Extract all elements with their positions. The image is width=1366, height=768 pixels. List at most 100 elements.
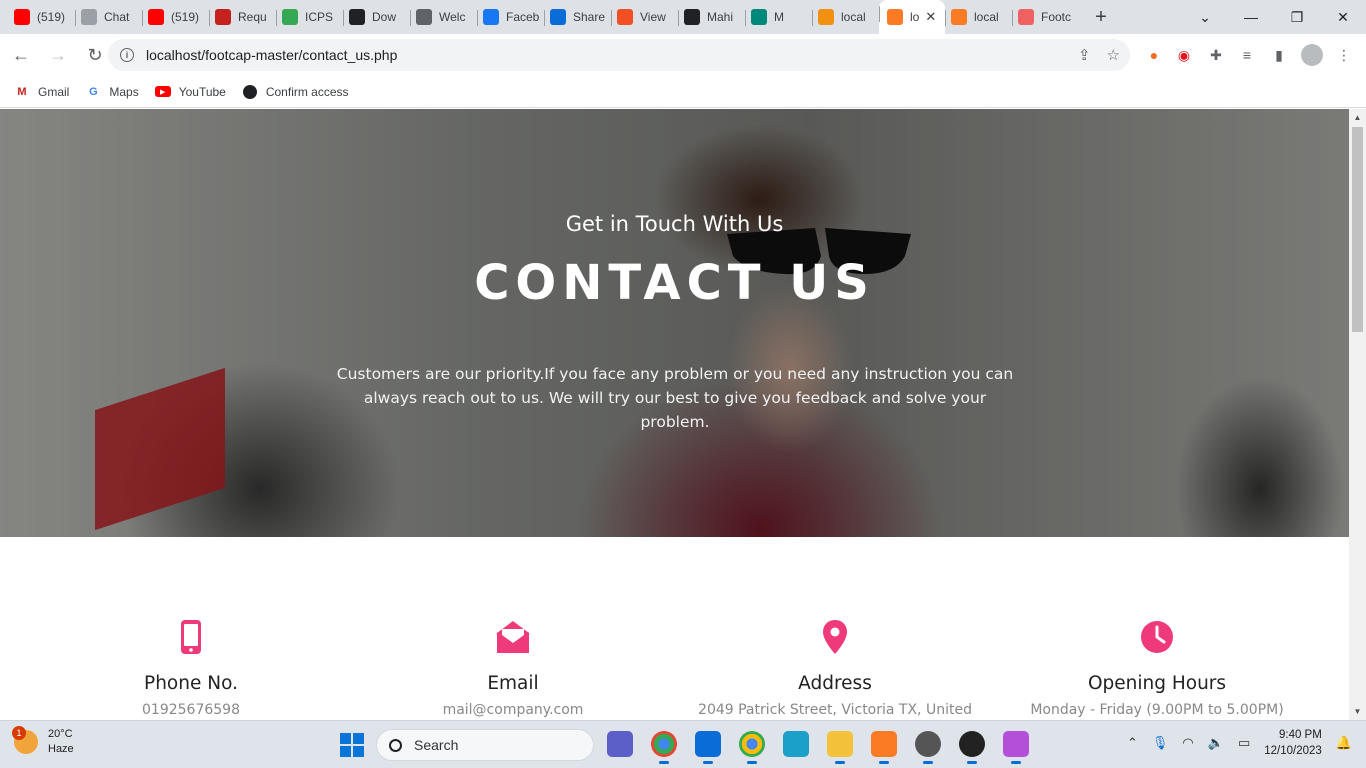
browser-tab[interactable]: ICPS — [276, 4, 343, 30]
bookmark-confirm-access[interactable]: Confirm access — [242, 84, 349, 100]
xampp-icon[interactable] — [871, 731, 897, 764]
tab-label: Share — [573, 10, 606, 24]
menu-kebab-icon[interactable]: ⋮ — [1330, 40, 1358, 70]
search-placeholder: Search — [414, 737, 459, 753]
browser-tab[interactable]: local — [945, 4, 1012, 30]
snipping-tool-icon[interactable] — [1003, 731, 1029, 764]
browser-tab[interactable]: View — [611, 4, 678, 30]
youtube-icon: ▶ — [154, 84, 171, 100]
page-scrollbar[interactable]: ▲ ▼ — [1349, 109, 1366, 720]
vscode-icon[interactable] — [695, 731, 721, 764]
scroll-up-arrow-icon[interactable]: ▲ — [1349, 109, 1366, 126]
contact-card-value: Monday - Friday (9.00PM to 5.00PM) — [1030, 702, 1284, 718]
tab-list: (519) Chat (519) Requ ICPS Dow Welc Faceb Share V… — [0, 0, 1079, 34]
browser-tab[interactable]: Chat — [75, 4, 142, 30]
browser-tab[interactable]: Welc — [410, 4, 477, 30]
teams-chat-icon[interactable] — [607, 731, 633, 757]
close-tab-icon[interactable]: ✕ — [925, 9, 936, 25]
browser-tab[interactable]: local — [812, 4, 879, 30]
github-icon — [242, 84, 258, 100]
tab-label: local — [974, 10, 999, 24]
scrollbar-thumb[interactable] — [1352, 127, 1363, 332]
bookmark-gmail[interactable]: M Gmail — [14, 84, 69, 100]
tab-label: View — [640, 10, 666, 24]
tab-label: lo — [910, 10, 920, 24]
browser-tab[interactable]: Faceb — [477, 4, 544, 30]
github-icon — [684, 9, 700, 25]
chevron-up-icon[interactable]: ⌃ — [1127, 735, 1138, 751]
obs-icon[interactable] — [959, 731, 985, 764]
browser-tab[interactable]: lo ✕ — [879, 0, 945, 34]
restore-button[interactable]: ❐ — [1274, 0, 1320, 34]
globe-icon — [282, 9, 298, 25]
hero-banner: Get in Touch With Us CONTACT US Customer… — [0, 109, 1349, 537]
bookmark-star-icon[interactable]: ☆ — [1107, 46, 1120, 64]
location-pin-icon — [823, 620, 847, 654]
browser-tab[interactable]: Dow — [343, 4, 410, 30]
browser-tab[interactable]: Share — [544, 4, 611, 30]
remote-desktop-icon[interactable] — [783, 731, 809, 757]
globe-icon — [416, 9, 432, 25]
back-button[interactable]: ← — [5, 39, 37, 71]
tab-label: M — [774, 10, 784, 24]
app-icon[interactable] — [915, 731, 941, 764]
volume-icon[interactable]: 🔈 — [1208, 735, 1224, 751]
minimize-button[interactable]: — — [1228, 0, 1274, 34]
meet-icon — [751, 9, 767, 25]
forward-button[interactable]: → — [42, 39, 74, 71]
site-info-icon[interactable]: i — [120, 48, 134, 62]
gmail-icon: M — [17, 85, 27, 98]
file-explorer-icon[interactable] — [827, 731, 853, 764]
browser-tab[interactable]: (519) — [8, 4, 75, 30]
browser-tab[interactable]: Mahi — [678, 4, 745, 30]
xampp-icon — [887, 9, 903, 25]
url-text[interactable]: localhost/footcap-master/contact_us.php — [146, 47, 397, 63]
taskbar-search[interactable]: Search — [376, 729, 594, 761]
notification-badge: 1 — [12, 726, 26, 740]
new-tab-button[interactable]: + — [1087, 3, 1115, 31]
microphone-icon[interactable]: 🎙 — [1152, 735, 1169, 751]
chrome-profile-icon[interactable] — [739, 731, 765, 764]
tab-search-icon[interactable]: ⌄ — [1182, 0, 1228, 34]
notification-bell-icon[interactable]: 🔔 — [1336, 735, 1352, 751]
share-icon[interactable]: ⇪ — [1078, 46, 1091, 64]
weather-temperature: 20°C — [48, 728, 73, 740]
bookmark-youtube[interactable]: ▶ YouTube — [154, 84, 226, 100]
chrome-icon[interactable] — [651, 731, 677, 764]
hero-subtitle: Get in Touch With Us — [565, 212, 784, 236]
system-tray: ⌃ 🎙 ◠ 🔈 ▭ 9:40 PM 12/10/2023 🔔 — [1127, 727, 1352, 759]
reading-list-icon[interactable]: ≡ — [1233, 40, 1261, 70]
system-clock[interactable]: 9:40 PM 12/10/2023 — [1264, 727, 1322, 759]
contact-card-value[interactable]: 01925676598 — [31, 702, 351, 718]
start-button[interactable] — [340, 733, 364, 757]
contact-card-value[interactable]: mail@company.com — [353, 702, 673, 718]
contact-card-hours: Opening Hours Monday - Friday (9.00PM to… — [997, 619, 1317, 718]
profile-avatar[interactable] — [1298, 40, 1326, 70]
browser-tab[interactable]: (519) — [142, 4, 209, 30]
browser-tab[interactable]: M — [745, 4, 812, 30]
wifi-icon[interactable]: ◠ — [1182, 735, 1193, 751]
contact-card-title: Phone No. — [144, 673, 238, 694]
extension-opera-icon[interactable]: ◉ — [1170, 40, 1198, 70]
battery-icon[interactable]: ▭ — [1238, 735, 1250, 751]
contact-card-address: Address 2049 Patrick Street, Victoria TX… — [675, 619, 995, 718]
extension-brave-icon[interactable]: ● — [1140, 40, 1168, 70]
extensions-puzzle-icon[interactable]: ✚ — [1202, 40, 1230, 70]
contact-card-email: Email mail@company.com — [353, 619, 673, 718]
scroll-down-arrow-icon[interactable]: ▼ — [1349, 703, 1366, 720]
close-window-button[interactable]: ✕ — [1320, 0, 1366, 34]
side-panel-icon[interactable]: ▮ — [1265, 40, 1293, 70]
browser-tab[interactable]: Footc — [1012, 4, 1079, 30]
search-icon — [389, 738, 402, 752]
page-title: CONTACT US — [474, 255, 875, 311]
browser-tab[interactable]: Requ — [209, 4, 276, 30]
weather-widget[interactable]: 1 20°C Haze — [12, 726, 74, 757]
tab-label: ICPS — [305, 10, 334, 24]
facebook-icon — [483, 9, 499, 25]
address-bar[interactable]: i localhost/footcap-master/contact_us.ph… — [108, 39, 1130, 71]
reload-button[interactable]: ↻ — [79, 39, 111, 71]
bookmark-maps[interactable]: G Maps — [85, 84, 139, 100]
page-viewport: Get in Touch With Us CONTACT US Customer… — [0, 109, 1349, 720]
contact-card-phone: Phone No. 01925676598 — [31, 619, 351, 718]
windows-taskbar: 1 20°C Haze Search ⌃ 🎙 ◠ 🔈 ▭ 9:40 PM 12/… — [0, 720, 1366, 768]
